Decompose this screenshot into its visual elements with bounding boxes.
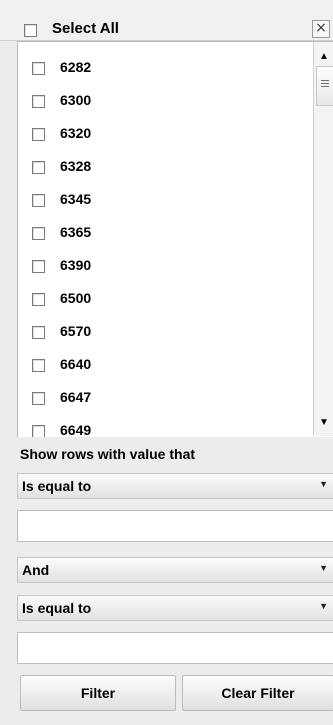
list-item[interactable]: 6345 bbox=[18, 184, 308, 217]
item-label: 6640 bbox=[60, 356, 92, 372]
chevron-down-icon: ▼ bbox=[319, 601, 328, 611]
list-item[interactable]: 6320 bbox=[18, 118, 308, 151]
select-all-checkbox[interactable] bbox=[24, 24, 37, 37]
condition1-value: Is equal to bbox=[22, 478, 92, 494]
item-label: 6320 bbox=[60, 125, 92, 141]
list-item[interactable]: 6365 bbox=[18, 217, 308, 250]
item-checkbox[interactable] bbox=[32, 293, 45, 306]
item-checkbox[interactable] bbox=[32, 359, 45, 372]
scroll-up-icon[interactable]: ▲ bbox=[314, 50, 333, 64]
close-icon[interactable]: × bbox=[312, 20, 330, 38]
list-item[interactable]: 6300 bbox=[18, 85, 308, 118]
select-all-label[interactable]: Select All bbox=[52, 20, 119, 37]
value1-input[interactable] bbox=[17, 510, 333, 542]
item-label: 6345 bbox=[60, 191, 92, 207]
condition1-select[interactable]: Is equal to ▼ bbox=[17, 473, 333, 499]
scroll-down-icon[interactable]: ▼ bbox=[314, 416, 333, 430]
list-item[interactable]: 6570 bbox=[18, 316, 308, 349]
item-label: 6500 bbox=[60, 290, 92, 306]
list-item[interactable]: 6500 bbox=[18, 283, 308, 316]
chevron-down-icon: ▼ bbox=[319, 479, 328, 489]
list-item[interactable]: 6647 bbox=[18, 382, 308, 415]
select-all-header: Select All × bbox=[0, 0, 333, 41]
item-checkbox[interactable] bbox=[32, 128, 45, 141]
clear-filter-button[interactable]: Clear Filter bbox=[182, 675, 333, 711]
item-label: 6328 bbox=[60, 158, 92, 174]
filter-popup: Select All × 6282 6300 6320 6328 6345 63… bbox=[0, 0, 333, 725]
item-checkbox[interactable] bbox=[32, 392, 45, 405]
list-item[interactable]: 6640 bbox=[18, 349, 308, 382]
item-checkbox[interactable] bbox=[32, 425, 45, 437]
condition2-select[interactable]: Is equal to ▼ bbox=[17, 595, 333, 621]
filter-button[interactable]: Filter bbox=[20, 675, 176, 711]
item-checkbox[interactable] bbox=[32, 62, 45, 75]
item-label: 6647 bbox=[60, 389, 92, 405]
item-label: 6390 bbox=[60, 257, 92, 273]
list-item[interactable]: 6649 bbox=[18, 415, 308, 437]
item-checkbox[interactable] bbox=[32, 260, 45, 273]
chevron-down-icon: ▼ bbox=[319, 563, 328, 573]
operator-value: And bbox=[22, 562, 50, 578]
item-label: 6300 bbox=[60, 92, 92, 108]
item-label: 6570 bbox=[60, 323, 92, 339]
list-item[interactable]: 6282 bbox=[18, 52, 308, 85]
operator-select[interactable]: And ▼ bbox=[17, 557, 333, 583]
scroll-thumb[interactable] bbox=[316, 66, 333, 106]
item-label: 6649 bbox=[60, 422, 92, 437]
item-checkbox[interactable] bbox=[32, 194, 45, 207]
value-list: 6282 6300 6320 6328 6345 6365 6390 6500 bbox=[17, 41, 333, 437]
item-label: 6365 bbox=[60, 224, 92, 240]
list-scrollbar[interactable]: ▲ ▼ bbox=[313, 42, 333, 436]
condition2-value: Is equal to bbox=[22, 600, 92, 616]
list-item[interactable]: 6328 bbox=[18, 151, 308, 184]
item-checkbox[interactable] bbox=[32, 161, 45, 174]
value2-input[interactable] bbox=[17, 632, 333, 664]
list-item[interactable]: 6390 bbox=[18, 250, 308, 283]
item-label: 6282 bbox=[60, 59, 92, 75]
item-checkbox[interactable] bbox=[32, 95, 45, 108]
item-checkbox[interactable] bbox=[32, 227, 45, 240]
item-checkbox[interactable] bbox=[32, 326, 45, 339]
show-rows-label: Show rows with value that bbox=[20, 446, 196, 462]
